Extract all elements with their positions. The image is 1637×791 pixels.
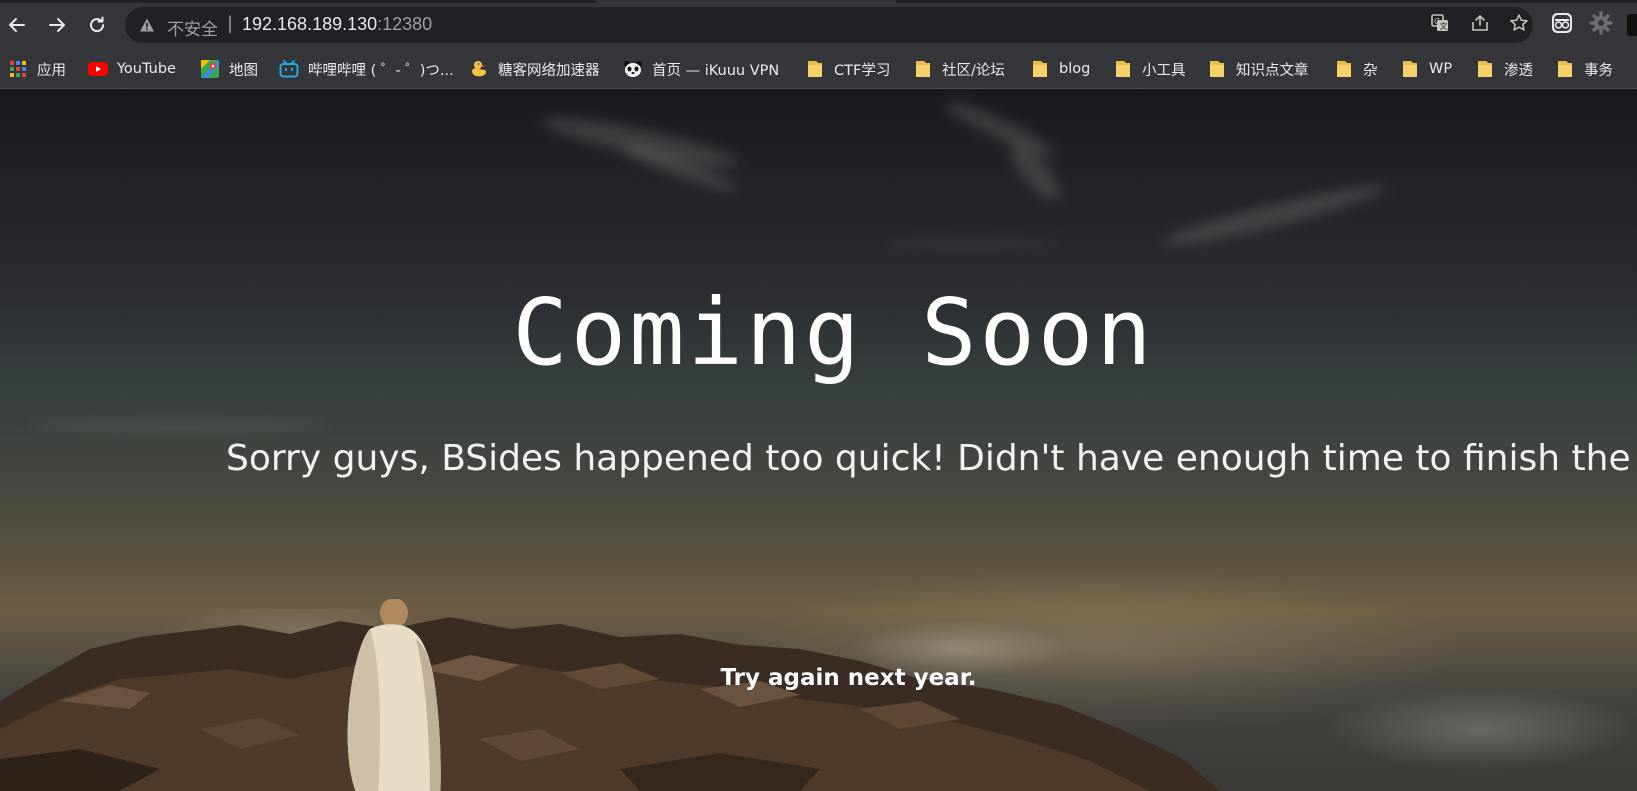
- bookmark-folder-blog[interactable]: blog: [1030, 50, 1090, 88]
- omnibox-separator: |: [227, 13, 234, 34]
- bookmark-folder-community[interactable]: 社区/论坛: [913, 50, 1005, 88]
- bookmark-folder-affairs[interactable]: 事务: [1555, 50, 1613, 88]
- page-subtitle: Sorry guys, BSides happened too quick! D…: [226, 438, 1637, 479]
- folder-icon: [1207, 59, 1227, 79]
- bookmark-apps[interactable]: 应用: [8, 50, 66, 88]
- bookmark-ikuuu-vpn[interactable]: 首页 — iKuuu VPN: [623, 50, 779, 88]
- robed-figure: [347, 599, 441, 791]
- url-port: :12380: [377, 14, 433, 34]
- bookmark-label: 首页 — iKuuu VPN: [652, 62, 780, 79]
- panda-icon: [623, 59, 643, 79]
- bookmark-label: 小工具: [1142, 62, 1186, 79]
- bookmark-label: blog: [1059, 61, 1091, 77]
- share-icon: [1470, 13, 1490, 37]
- forward-button[interactable]: [41, 9, 73, 41]
- forward-arrow-icon: [47, 15, 67, 35]
- bookmark-maps[interactable]: 地图: [200, 50, 258, 88]
- browser-toolbar: 不安全 | 192.168.189.130:12380 G文: [0, 0, 1637, 50]
- bookmark-label: WP: [1429, 61, 1453, 77]
- active-tab-edge[interactable]: [596, 0, 896, 3]
- bookmark-bilibili[interactable]: 哔哩哔哩 ( ゜- ゜)つ...: [279, 50, 454, 88]
- bookmark-label: 糖客网络加速器: [498, 62, 600, 79]
- extension-button[interactable]: [1549, 12, 1575, 38]
- gear-icon: [1589, 11, 1613, 39]
- bookmark-label: 杂: [1363, 62, 1378, 79]
- bookmarks-bar: 应用 YouTube 地图 哔哩哔哩 ( ゜- ゜)つ... 糖客网络加速器 首…: [0, 50, 1637, 89]
- bookmark-folder-articles[interactable]: 知识点文章: [1207, 50, 1309, 88]
- bookmark-folder-pentest[interactable]: 渗透: [1475, 50, 1533, 88]
- folder-icon: [1113, 59, 1133, 79]
- bookmark-label: 社区/论坛: [942, 62, 1005, 79]
- page-footer-message: Try again next year.: [720, 665, 977, 691]
- apps-grid-icon: [8, 59, 28, 79]
- page-title: Coming Soon: [512, 279, 1155, 386]
- back-button[interactable]: [1, 9, 33, 41]
- back-arrow-icon: [7, 15, 27, 35]
- browser-window: 不安全 | 192.168.189.130:12380 G文 应用 YouTub…: [0, 0, 1637, 791]
- spy-glasses-icon: [1550, 11, 1574, 39]
- bookmark-label: 渗透: [1504, 62, 1533, 79]
- bookmark-accelerator[interactable]: 糖客网络加速器: [469, 50, 600, 88]
- address-bar[interactable]: 不安全 | 192.168.189.130:12380 G文: [125, 7, 1533, 43]
- page-viewport: Coming Soon Sorry guys, BSides happened …: [0, 89, 1637, 791]
- translate-button[interactable]: G文: [1428, 13, 1452, 37]
- duck-icon: [469, 59, 489, 79]
- bookmark-label: 事务: [1584, 62, 1613, 79]
- bookmark-folder-misc[interactable]: 杂: [1334, 50, 1378, 88]
- tab-strip-edge: [0, 0, 1637, 3]
- profile-button[interactable]: [1627, 14, 1637, 36]
- bookmark-label: 地图: [229, 62, 258, 79]
- bookmark-label: YouTube: [117, 61, 176, 77]
- maps-icon: [200, 59, 220, 79]
- bookmark-star-button[interactable]: [1507, 13, 1531, 37]
- url-text[interactable]: 192.168.189.130:12380: [242, 14, 432, 35]
- bilibili-icon: [279, 59, 299, 79]
- bookmark-label: 哔哩哔哩 ( ゜- ゜)つ...: [308, 62, 454, 79]
- svg-text:文: 文: [1440, 21, 1448, 31]
- bookmark-youtube[interactable]: YouTube: [88, 50, 176, 88]
- folder-icon: [1030, 59, 1050, 79]
- security-label[interactable]: 不安全: [167, 15, 218, 40]
- youtube-icon: [88, 59, 108, 79]
- share-button[interactable]: [1468, 13, 1492, 37]
- bookmark-label: 应用: [37, 62, 66, 79]
- folder-icon: [913, 59, 933, 79]
- reload-button[interactable]: [81, 9, 113, 41]
- bookmark-label: 知识点文章: [1236, 62, 1309, 79]
- translate-icon: G文: [1430, 13, 1450, 37]
- not-secure-warning-icon[interactable]: [139, 17, 155, 37]
- folder-icon: [1400, 59, 1420, 79]
- url-host: 192.168.189.130: [242, 14, 378, 34]
- folder-icon: [1475, 59, 1495, 79]
- extension-settings-button[interactable]: [1588, 11, 1614, 39]
- bookmark-folder-tools[interactable]: 小工具: [1113, 50, 1186, 88]
- folder-icon: [805, 59, 825, 79]
- folder-icon: [1555, 59, 1575, 79]
- bookmark-folder-wp[interactable]: WP: [1400, 50, 1452, 88]
- folder-icon: [1334, 59, 1354, 79]
- reload-icon: [87, 15, 107, 35]
- bookmark-label: CTF学习: [834, 62, 891, 79]
- bookmark-folder-ctf[interactable]: CTF学习: [805, 50, 890, 88]
- star-icon: [1509, 13, 1529, 37]
